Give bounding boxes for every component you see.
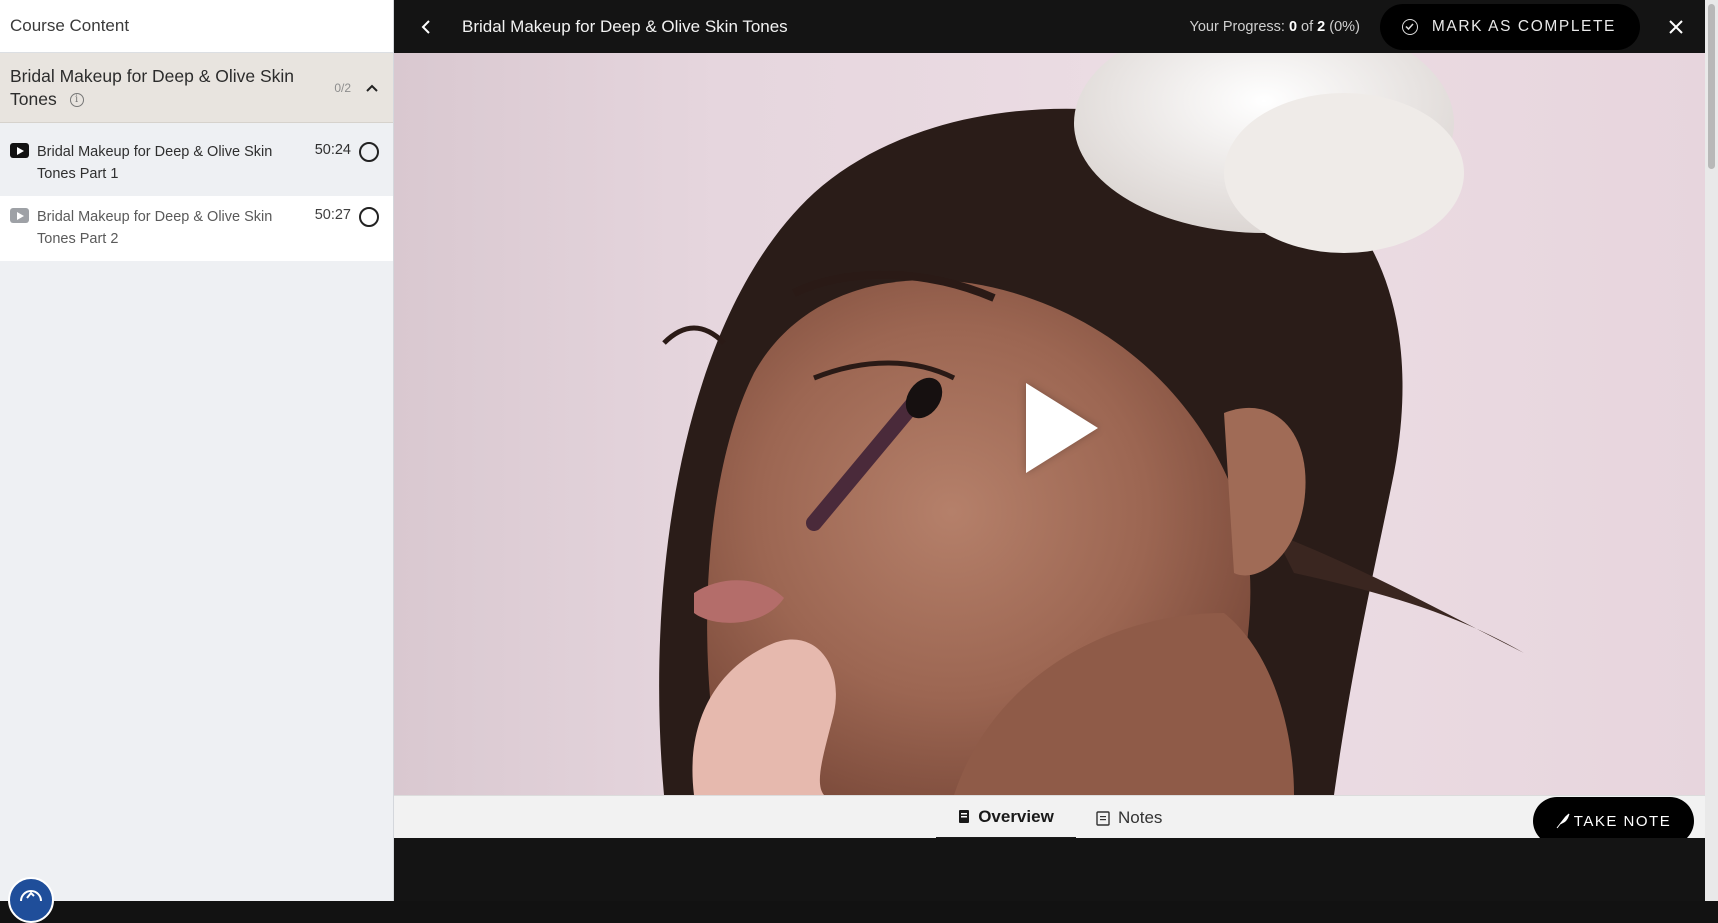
progress-percent: (0%) [1325, 18, 1360, 35]
overview-tab-icon [958, 809, 970, 824]
tab-notes[interactable]: Notes [1096, 796, 1186, 839]
completion-circle-icon[interactable] [359, 142, 379, 162]
play-video-icon[interactable] [1026, 383, 1098, 473]
tab-notes-label: Notes [1118, 807, 1163, 827]
back-arrow-icon[interactable] [412, 13, 440, 41]
progress-text: Your Progress: 0 of 2 (0%) [1190, 19, 1360, 35]
progress-of: of [1297, 18, 1318, 35]
tab-overview-label: Overview [978, 806, 1054, 826]
video-play-icon [10, 208, 29, 223]
lesson-list: Bridal Makeup for Deep & Olive Skin Tone… [0, 131, 393, 261]
content-tabs: Overview Notes [394, 795, 1705, 839]
section-title-wrap: Bridal Makeup for Deep & Olive Skin Tone… [10, 65, 334, 111]
lesson-item-part-1[interactable]: Bridal Makeup for Deep & Olive Skin Tone… [0, 131, 393, 196]
progress-label: Your Progress: [1189, 18, 1289, 35]
info-icon[interactable]: i [69, 92, 84, 107]
page-scrollbar[interactable] [1705, 0, 1718, 901]
completion-circle-icon[interactable] [359, 207, 379, 227]
notes-tab-icon [1096, 810, 1110, 826]
take-note-label: TAKE NOTE [1573, 812, 1672, 830]
lesson-duration: 50:27 [314, 207, 351, 223]
mark-as-complete-button[interactable]: MARK AS COMPLETE [1379, 3, 1640, 50]
course-section-header[interactable]: Bridal Makeup for Deep & Olive Skin Tone… [0, 53, 393, 123]
scrollbar-thumb[interactable] [1708, 4, 1715, 169]
overview-panel [394, 838, 1705, 901]
lesson-title-header: Bridal Makeup for Deep & Olive Skin Tone… [462, 16, 788, 36]
lesson-title: Bridal Makeup for Deep & Olive Skin Tone… [37, 144, 273, 182]
section-progress-count: 0/2 [334, 80, 351, 95]
accessibility-icon [18, 887, 44, 904]
lesson-duration: 50:24 [314, 142, 351, 158]
video-player[interactable] [394, 53, 1705, 795]
chevron-up-icon[interactable] [365, 81, 379, 95]
player-topbar: Bridal Makeup for Deep & Olive Skin Tone… [394, 0, 1718, 53]
progress-done: 0 [1288, 18, 1298, 35]
lesson-title: Bridal Makeup for Deep & Olive Skin Tone… [37, 209, 273, 247]
course-content-sidebar: Course Content Bridal Makeup for Deep & … [0, 0, 394, 923]
accessibility-button[interactable] [8, 877, 54, 923]
feather-pen-icon [1556, 813, 1570, 829]
sidebar-title: Course Content [0, 0, 393, 53]
check-circle-icon [1401, 18, 1418, 35]
close-icon[interactable] [1664, 15, 1688, 39]
section-title: Bridal Makeup for Deep & Olive Skin Tone… [10, 65, 295, 109]
mark-complete-label: MARK AS COMPLETE [1431, 17, 1616, 35]
tab-overview[interactable]: Overview [936, 796, 1076, 839]
lesson-item-part-2[interactable]: Bridal Makeup for Deep & Olive Skin Tone… [0, 196, 393, 261]
video-play-icon [10, 143, 29, 158]
